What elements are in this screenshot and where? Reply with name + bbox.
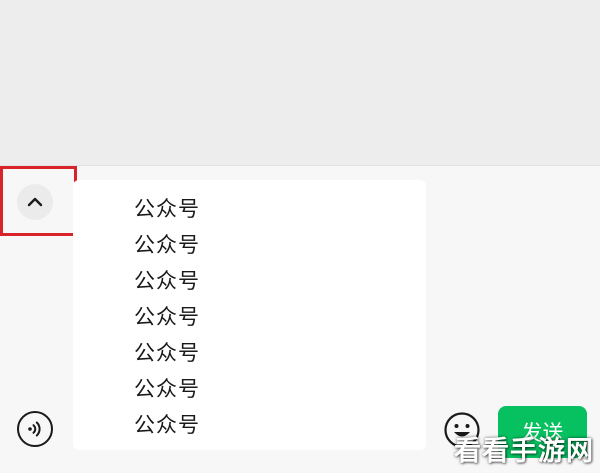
message-text-line: 公众号	[134, 341, 200, 365]
voice-icon	[28, 421, 41, 437]
message-input-field[interactable]: 公众号 公众号 公众号 公众号 公众号 公众号 公众号	[73, 180, 426, 450]
collapse-input-button[interactable]	[17, 184, 53, 220]
chevron-up-icon	[27, 197, 43, 207]
message-text-line: 公众号	[134, 305, 200, 329]
message-text-line: 公众号	[134, 269, 200, 293]
chat-history-area	[0, 0, 600, 165]
message-text-line: 公众号	[134, 377, 200, 401]
message-text-line: 公众号	[134, 233, 200, 257]
voice-input-button[interactable]	[17, 411, 53, 447]
watermark-text: 看看手游网	[454, 436, 594, 467]
message-text-line: 公众号	[134, 413, 200, 437]
message-text: 公众号 公众号 公众号 公众号 公众号 公众号 公众号	[134, 193, 200, 445]
message-text-line: 公众号	[134, 197, 200, 221]
